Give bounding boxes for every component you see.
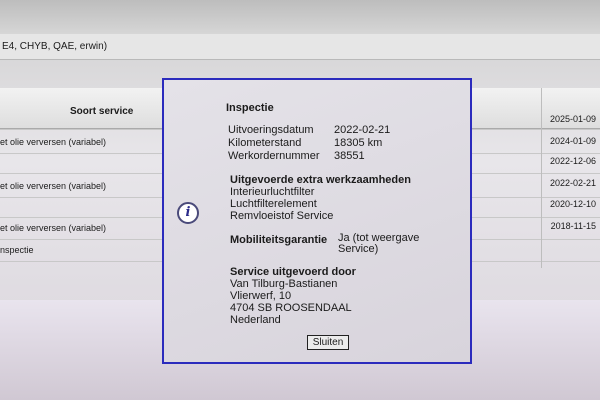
table-cell-date: 2022-12-06 <box>549 156 596 166</box>
table-cell-service: et olie verversen (variabel) <box>0 181 107 191</box>
table-cell-date: 2025-01-09 <box>549 114 596 124</box>
address-line: 4704 SB ROOSENDAAL <box>230 302 352 314</box>
field-value: 18305 km <box>334 137 383 149</box>
extra-work-heading: Uitgevoerde extra werkzaamheden <box>230 174 411 186</box>
extra-work-item: Interieurluchtfilter <box>230 186 315 198</box>
table-cell-service: nspectie <box>0 245 34 255</box>
table-cell-date: 2020-12-10 <box>549 199 596 209</box>
table-cell-date: 2024-01-09 <box>549 136 596 146</box>
column-divider <box>541 88 542 268</box>
address-line: Nederland <box>230 314 281 326</box>
address-line: Van Tilburg-Bastianen <box>230 278 338 290</box>
header-users: E4, CHYB, QAE, erwin) <box>0 34 600 60</box>
table-cell-service: et olie verversen (variabel) <box>0 137 107 147</box>
field-label: Werkordernummer <box>228 150 320 162</box>
field-label: Uitvoeringsdatum <box>228 124 314 136</box>
inspection-dialog: Inspectie Uitvoeringsdatum 2022-02-21 Ki… <box>162 78 472 364</box>
service-by-heading: Service uitgevoerd door <box>230 266 356 278</box>
table-cell-service: et olie verversen (variabel) <box>0 223 107 233</box>
mobiliteit-label: Mobiliteitsgarantie <box>230 234 328 246</box>
dialog-title: Inspectie <box>226 102 274 114</box>
field-werkordernummer: Werkordernummer 38551 <box>228 150 365 162</box>
field-value: 38551 <box>334 150 365 162</box>
field-value: 2022-02-21 <box>334 124 391 136</box>
field-kilometerstand: Kilometerstand 18305 km <box>228 137 382 149</box>
table-cell-date: 2018-11-15 <box>550 221 596 231</box>
field-label: Kilometerstand <box>228 137 302 149</box>
info-icon: i <box>177 202 199 224</box>
extra-work-item: Remvloeistof Service <box>230 210 334 222</box>
table-cell-date: 2022-02-21 <box>549 178 596 188</box>
window-top-bar <box>0 0 600 34</box>
close-button[interactable]: Sluiten <box>307 335 349 350</box>
address-line: Vlierwerf, 10 <box>230 290 292 302</box>
mobiliteit-value-cont: Service) <box>338 243 379 255</box>
field-uitvoeringsdatum: Uitvoeringsdatum 2022-02-21 <box>228 124 390 136</box>
extra-work-item: Luchtfilterelement <box>230 198 317 210</box>
